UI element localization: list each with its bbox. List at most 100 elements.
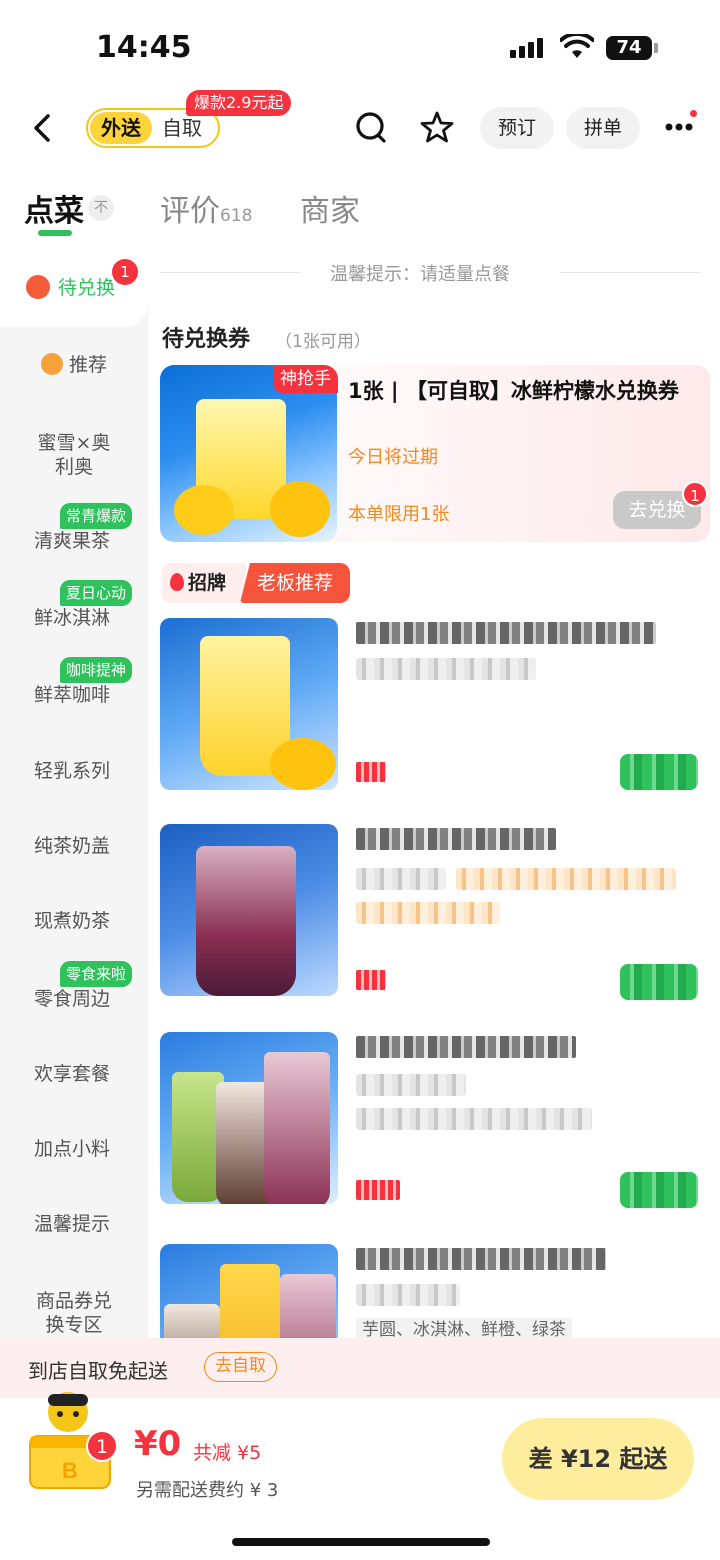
home-indicator[interactable] <box>232 1538 490 1546</box>
cart-bar: B 1 ¥0 共减 ¥5 另需配送费约 ¥ 3 差 ¥12 起送 <box>0 1392 720 1560</box>
product-image <box>160 824 338 996</box>
tab-order-label: 点菜 <box>24 194 84 229</box>
tip-text: 温馨提示：请适量点餐 <box>330 264 510 285</box>
sidebar-tag: 常青爆款 <box>60 503 133 529</box>
favorite-star-icon[interactable] <box>420 110 454 144</box>
drink-image <box>280 1274 336 1338</box>
product-item[interactable] <box>160 824 700 1004</box>
checkout-button[interactable]: 差 ¥12 起送 <box>502 1418 694 1500</box>
sidebar-badge: 1 <box>112 259 138 285</box>
sidebar-item-label: 鲜萃咖啡 <box>34 684 111 706</box>
lemon-image <box>270 481 330 537</box>
redeem-badge: 1 <box>682 481 708 507</box>
product-item[interactable]: 芋圆、冰淇淋、鲜橙、绿茶 <box>160 1244 700 1338</box>
tab-reviews-label: 评价 <box>160 194 220 229</box>
mode-delivery[interactable]: 外送 <box>90 112 152 144</box>
battery-level: 74 <box>606 36 652 60</box>
coupon-hot-tag: 神抢手 <box>273 365 338 393</box>
divider <box>160 272 300 273</box>
sidebar-item-label: 蜜雪×奥利奥 <box>37 432 111 478</box>
sidebar-item-ice-cream[interactable]: 鲜冰淇淋 <box>0 606 148 630</box>
notification-dot <box>690 110 697 117</box>
drink-image <box>264 1052 330 1204</box>
product-meta-blurred <box>356 868 446 890</box>
sidebar-item-coupon-zone[interactable]: 商品券兑换专区 <box>0 1289 148 1337</box>
sidebar-item-label: 推荐 <box>68 354 107 376</box>
tab-order[interactable]: 点菜 <box>24 186 84 230</box>
sidebar-item-label: 清爽果茶 <box>34 530 111 552</box>
sidebar-item-fruit-tea[interactable]: 清爽果茶 <box>0 529 148 553</box>
product-tag-blurred <box>456 868 676 890</box>
sidebar-item-toppings[interactable]: 加点小料 <box>0 1137 148 1161</box>
sidebar-item-milk-tea[interactable]: 现煮奶茶 <box>0 909 148 933</box>
lemon-image <box>270 738 336 790</box>
coupon-card[interactable]: 神抢手 1张 | 【可自取】冰鲜柠檬水兑换券 今日将过期 本单限用1张 去兑换 … <box>160 365 710 542</box>
wifi-icon <box>560 34 594 58</box>
sidebar-item-recommend[interactable]: 推荐 <box>0 353 148 377</box>
reviews-count: 618 <box>220 206 253 226</box>
product-meta-blurred <box>356 1108 592 1130</box>
product-meta-blurred <box>356 658 536 680</box>
product-image <box>160 1244 338 1338</box>
cart-discount: 共减 ¥5 <box>193 1442 262 1464</box>
sidebar-item-oreo[interactable]: 蜜雪×奥利奥 <box>0 431 148 479</box>
sidebar-item-coffee[interactable]: 鲜萃咖啡 <box>0 683 148 707</box>
tab-active-indicator <box>38 230 72 236</box>
tab-merchant[interactable]: 商家 <box>300 186 360 230</box>
coupon-title: 1张 | 【可自取】冰鲜柠檬水兑换券 <box>348 379 679 403</box>
back-arrow-icon[interactable] <box>28 110 58 146</box>
status-time: 14:45 <box>96 30 192 65</box>
sidebar-item-tea-cream[interactable]: 纯茶奶盖 <box>0 834 148 858</box>
section-title: 待兑换券 <box>162 327 251 352</box>
tab-reviews[interactable]: 评价618 <box>160 186 252 230</box>
sidebar-tag: 咖啡提神 <box>60 657 133 683</box>
product-price-blurred <box>356 970 386 990</box>
coupon-limit: 本单限用1张 <box>348 504 450 525</box>
search-icon[interactable] <box>354 110 388 144</box>
product-image <box>160 618 338 790</box>
collapse-icon[interactable]: 不 <box>88 195 114 221</box>
reserve-button[interactable]: 预订 <box>480 107 555 149</box>
sidebar-item-pending-redeem[interactable]: 待兑换 1 <box>0 245 148 327</box>
status-bar: 14:45 74 <box>0 0 720 95</box>
product-ingredients: 芋圆、冰淇淋、鲜橙、绿茶 <box>356 1318 572 1338</box>
sidebar-tag: 零食来啦 <box>60 961 133 987</box>
sidebar-item-combos[interactable]: 欢享套餐 <box>0 1062 148 1086</box>
add-to-cart-button[interactable] <box>620 964 698 1000</box>
go-pickup-button[interactable]: 去自取 <box>204 1352 277 1382</box>
more-options-icon[interactable] <box>664 122 694 132</box>
mode-pickup[interactable]: 自取 <box>162 112 202 144</box>
sidebar-active-label: 待兑换 <box>58 277 116 299</box>
product-meta-blurred <box>356 1074 466 1096</box>
product-name-blurred <box>356 622 656 644</box>
promo-bubble: 爆款2.9元起 <box>186 90 292 116</box>
product-price-blurred <box>356 762 386 782</box>
sidebar-item-label: 纯茶奶盖 <box>34 835 111 857</box>
sidebar-item-light-milk[interactable]: 轻乳系列 <box>0 759 148 783</box>
battery-tip <box>654 43 658 53</box>
drink-image <box>196 846 296 996</box>
product-price-blurred <box>356 1180 400 1200</box>
add-to-cart-button[interactable] <box>620 754 698 790</box>
delivery-fee: 另需配送费约 ¥ 3 <box>136 1480 279 1501</box>
cart-total-price: ¥0 <box>134 1424 182 1464</box>
product-name-blurred <box>356 1248 606 1270</box>
group-order-button[interactable]: 拼单 <box>566 107 641 149</box>
product-item[interactable] <box>160 1032 700 1212</box>
product-item[interactable] <box>160 618 700 798</box>
section-subtitle: （1张可用） <box>275 332 371 352</box>
coupon-expiry: 今日将过期 <box>348 447 438 468</box>
coupon-icon <box>26 275 50 299</box>
product-name-blurred <box>356 828 556 850</box>
sidebar-item-tips[interactable]: 温馨提示 <box>0 1212 148 1236</box>
sidebar-item-label: 欢享套餐 <box>34 1063 111 1085</box>
pickup-text: 到店自取免起送 <box>28 1359 168 1383</box>
product-meta-blurred <box>356 1284 460 1306</box>
tip-row: 温馨提示：请适量点餐 <box>160 258 700 288</box>
add-to-cart-button[interactable] <box>620 1172 698 1208</box>
svg-text:B: B <box>62 1458 78 1483</box>
drink-image <box>220 1264 280 1338</box>
sidebar-item-snacks[interactable]: 零食周边 <box>0 987 148 1011</box>
drink-image <box>164 1304 220 1338</box>
sidebar-item-label: 商品券兑换专区 <box>35 1290 112 1336</box>
